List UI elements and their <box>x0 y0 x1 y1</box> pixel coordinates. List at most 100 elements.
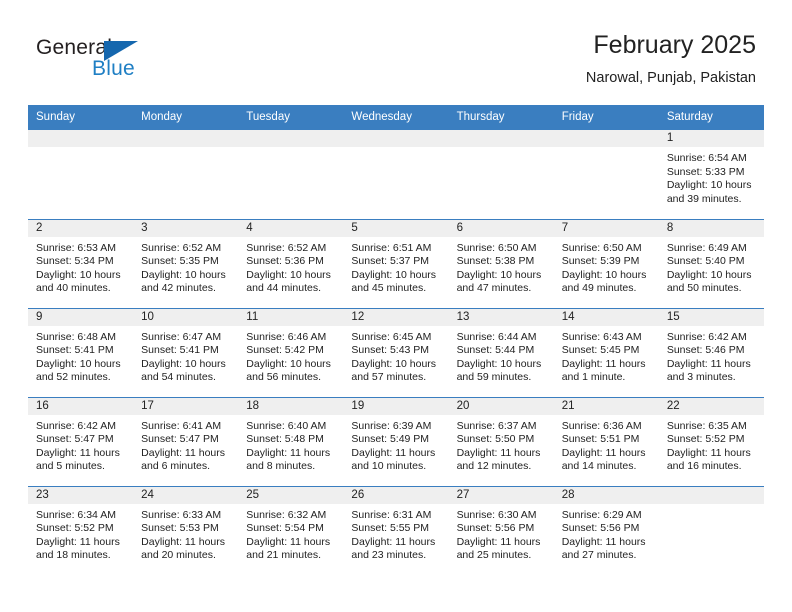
daylight-text-line1: Daylight: 11 hours <box>666 357 751 370</box>
daylight-text-line2: and 27 minutes. <box>561 549 637 562</box>
day-details: Sunrise: 6:33 AM Sunset: 5:53 PM Dayligh… <box>133 504 238 563</box>
day-number <box>343 130 449 147</box>
daylight-text-line1: Daylight: 10 hours <box>246 268 331 281</box>
day-cell[interactable]: 13 Sunrise: 6:44 AM Sunset: 5:44 PM Dayl… <box>448 307 554 397</box>
day-cell[interactable]: 24 Sunrise: 6:33 AM Sunset: 5:53 PM Dayl… <box>133 485 239 575</box>
daylight-text-line2: and 49 minutes. <box>561 282 637 295</box>
sunset-text: Sunset: 5:35 PM <box>141 255 219 268</box>
daylight-text-line1: Daylight: 10 hours <box>36 268 121 281</box>
daylight-text-line2: and 6 minutes. <box>141 460 211 473</box>
daylight-text-line1: Daylight: 10 hours <box>246 357 331 370</box>
day-details: Sunrise: 6:42 AM Sunset: 5:47 PM Dayligh… <box>28 415 133 474</box>
day-cell[interactable]: 12 Sunrise: 6:45 AM Sunset: 5:43 PM Dayl… <box>343 307 449 397</box>
day-cell[interactable]: 8 Sunrise: 6:49 AM Sunset: 5:40 PM Dayli… <box>658 218 764 308</box>
day-details: Sunrise: 6:34 AM Sunset: 5:52 PM Dayligh… <box>28 504 133 563</box>
sunrise-text: Sunrise: 6:34 AM <box>36 508 116 521</box>
sunset-text: Sunset: 5:49 PM <box>351 433 430 446</box>
daylight-text-line2: and 44 minutes. <box>246 282 321 295</box>
day-cell[interactable]: 16 Sunrise: 6:42 AM Sunset: 5:47 PM Dayl… <box>28 396 134 486</box>
day-cell[interactable]: 15 Sunrise: 6:42 AM Sunset: 5:46 PM Dayl… <box>658 307 764 397</box>
day-number: 17 <box>133 397 239 415</box>
sunrise-text: Sunrise: 6:53 AM <box>36 241 116 254</box>
day-details: Sunrise: 6:40 AM Sunset: 5:48 PM Dayligh… <box>238 415 343 474</box>
daylight-text-line1: Daylight: 11 hours <box>36 446 120 459</box>
day-cell[interactable]: 3 Sunrise: 6:52 AM Sunset: 5:35 PM Dayli… <box>133 218 239 308</box>
day-cell[interactable]: 26 Sunrise: 6:31 AM Sunset: 5:55 PM Dayl… <box>343 485 449 575</box>
sunset-text: Sunset: 5:47 PM <box>36 433 114 446</box>
daylight-text-line2: and 39 minutes. <box>666 192 742 205</box>
day-cell[interactable]: 11 Sunrise: 6:46 AM Sunset: 5:42 PM Dayl… <box>238 307 344 397</box>
sunset-text: Sunset: 5:54 PM <box>246 522 324 535</box>
daylight-text-line1: Daylight: 10 hours <box>36 357 121 370</box>
calendar-body: 1 Sunrise: 6:54 AM Sunset: 5:33 PM Dayli… <box>28 130 764 575</box>
daylight-text-line2: and 45 minutes. <box>351 282 427 295</box>
sunset-text: Sunset: 5:43 PM <box>351 344 430 357</box>
day-cell <box>238 130 344 219</box>
calendar-week-row: 2 Sunrise: 6:53 AM Sunset: 5:34 PM Dayli… <box>28 218 764 308</box>
day-cell[interactable]: 20 Sunrise: 6:37 AM Sunset: 5:50 PM Dayl… <box>448 396 554 486</box>
daylight-text-line2: and 12 minutes. <box>456 460 532 473</box>
day-cell[interactable]: 18 Sunrise: 6:40 AM Sunset: 5:48 PM Dayl… <box>238 396 344 486</box>
sunrise-text: Sunrise: 6:36 AM <box>561 419 642 432</box>
day-cell[interactable]: 19 Sunrise: 6:39 AM Sunset: 5:49 PM Dayl… <box>343 396 449 486</box>
day-details: Sunrise: 6:54 AM Sunset: 5:33 PM Dayligh… <box>659 147 764 206</box>
sunset-text: Sunset: 5:39 PM <box>561 255 640 268</box>
day-number: 8 <box>658 219 764 237</box>
day-cell[interactable]: 6 Sunrise: 6:50 AM Sunset: 5:38 PM Dayli… <box>448 218 554 308</box>
calendar-page: General Blue February 2025 Narowal, Punj… <box>0 0 792 612</box>
day-number: 28 <box>553 486 659 504</box>
sunset-text: Sunset: 5:52 PM <box>36 522 114 535</box>
sunset-text: Sunset: 5:56 PM <box>456 522 535 535</box>
day-cell[interactable]: 28 Sunrise: 6:29 AM Sunset: 5:56 PM Dayl… <box>553 485 659 575</box>
daylight-text-line2: and 47 minutes. <box>456 282 532 295</box>
day-number: 21 <box>553 397 659 415</box>
sunset-text: Sunset: 5:47 PM <box>141 433 219 446</box>
day-cell[interactable]: 1 Sunrise: 6:54 AM Sunset: 5:33 PM Dayli… <box>658 130 764 219</box>
sunrise-text: Sunrise: 6:46 AM <box>246 330 327 343</box>
day-cell[interactable]: 23 Sunrise: 6:34 AM Sunset: 5:52 PM Dayl… <box>28 485 134 575</box>
sunset-text: Sunset: 5:40 PM <box>666 255 745 268</box>
sunrise-text: Sunrise: 6:50 AM <box>561 241 642 254</box>
daylight-text-line2: and 40 minutes. <box>36 282 111 295</box>
day-number: 16 <box>28 397 134 415</box>
day-cell[interactable]: 22 Sunrise: 6:35 AM Sunset: 5:52 PM Dayl… <box>658 396 764 486</box>
general-blue-logo[interactable]: General Blue <box>36 36 156 84</box>
daylight-text-line1: Daylight: 11 hours <box>36 535 120 548</box>
sunrise-text: Sunrise: 6:51 AM <box>351 241 432 254</box>
day-cell[interactable]: 2 Sunrise: 6:53 AM Sunset: 5:34 PM Dayli… <box>28 218 134 308</box>
day-number <box>238 130 344 147</box>
day-cell[interactable]: 25 Sunrise: 6:32 AM Sunset: 5:54 PM Dayl… <box>238 485 344 575</box>
day-cell[interactable]: 27 Sunrise: 6:30 AM Sunset: 5:56 PM Dayl… <box>448 485 554 575</box>
daylight-text-line1: Daylight: 11 hours <box>246 446 331 459</box>
daylight-text-line2: and 3 minutes. <box>666 371 736 384</box>
daylight-text-line1: Daylight: 10 hours <box>351 357 437 370</box>
daylight-text-line1: Daylight: 11 hours <box>141 535 225 548</box>
day-cell[interactable]: 21 Sunrise: 6:36 AM Sunset: 5:51 PM Dayl… <box>553 396 659 486</box>
calendar-week-row: 1 Sunrise: 6:54 AM Sunset: 5:33 PM Dayli… <box>28 130 764 219</box>
day-cell[interactable]: 14 Sunrise: 6:43 AM Sunset: 5:45 PM Dayl… <box>553 307 659 397</box>
sunrise-text: Sunrise: 6:43 AM <box>561 330 642 343</box>
column-header-monday: Monday <box>133 105 239 130</box>
day-details: Sunrise: 6:50 AM Sunset: 5:39 PM Dayligh… <box>554 237 659 296</box>
day-number: 5 <box>343 219 449 237</box>
day-cell[interactable]: 7 Sunrise: 6:50 AM Sunset: 5:39 PM Dayli… <box>553 218 659 308</box>
day-number: 10 <box>133 308 239 326</box>
sunrise-text: Sunrise: 6:29 AM <box>561 508 642 521</box>
day-cell[interactable]: 5 Sunrise: 6:51 AM Sunset: 5:37 PM Dayli… <box>343 218 449 308</box>
day-cell <box>553 130 659 219</box>
daylight-text-line2: and 10 minutes. <box>351 460 427 473</box>
daylight-text-line1: Daylight: 11 hours <box>351 446 436 459</box>
sunset-text: Sunset: 5:38 PM <box>456 255 535 268</box>
day-number <box>553 130 659 147</box>
day-cell[interactable]: 17 Sunrise: 6:41 AM Sunset: 5:47 PM Dayl… <box>133 396 239 486</box>
sunrise-text: Sunrise: 6:48 AM <box>36 330 116 343</box>
day-cell[interactable]: 4 Sunrise: 6:52 AM Sunset: 5:36 PM Dayli… <box>238 218 344 308</box>
sunrise-text: Sunrise: 6:50 AM <box>456 241 537 254</box>
day-cell[interactable]: 10 Sunrise: 6:47 AM Sunset: 5:41 PM Dayl… <box>133 307 239 397</box>
day-cell[interactable]: 9 Sunrise: 6:48 AM Sunset: 5:41 PM Dayli… <box>28 307 134 397</box>
day-details: Sunrise: 6:49 AM Sunset: 5:40 PM Dayligh… <box>659 237 764 296</box>
daylight-text-line2: and 25 minutes. <box>456 549 532 562</box>
day-number: 23 <box>28 486 134 504</box>
sunrise-text: Sunrise: 6:42 AM <box>36 419 116 432</box>
sunrise-text: Sunrise: 6:31 AM <box>351 508 432 521</box>
